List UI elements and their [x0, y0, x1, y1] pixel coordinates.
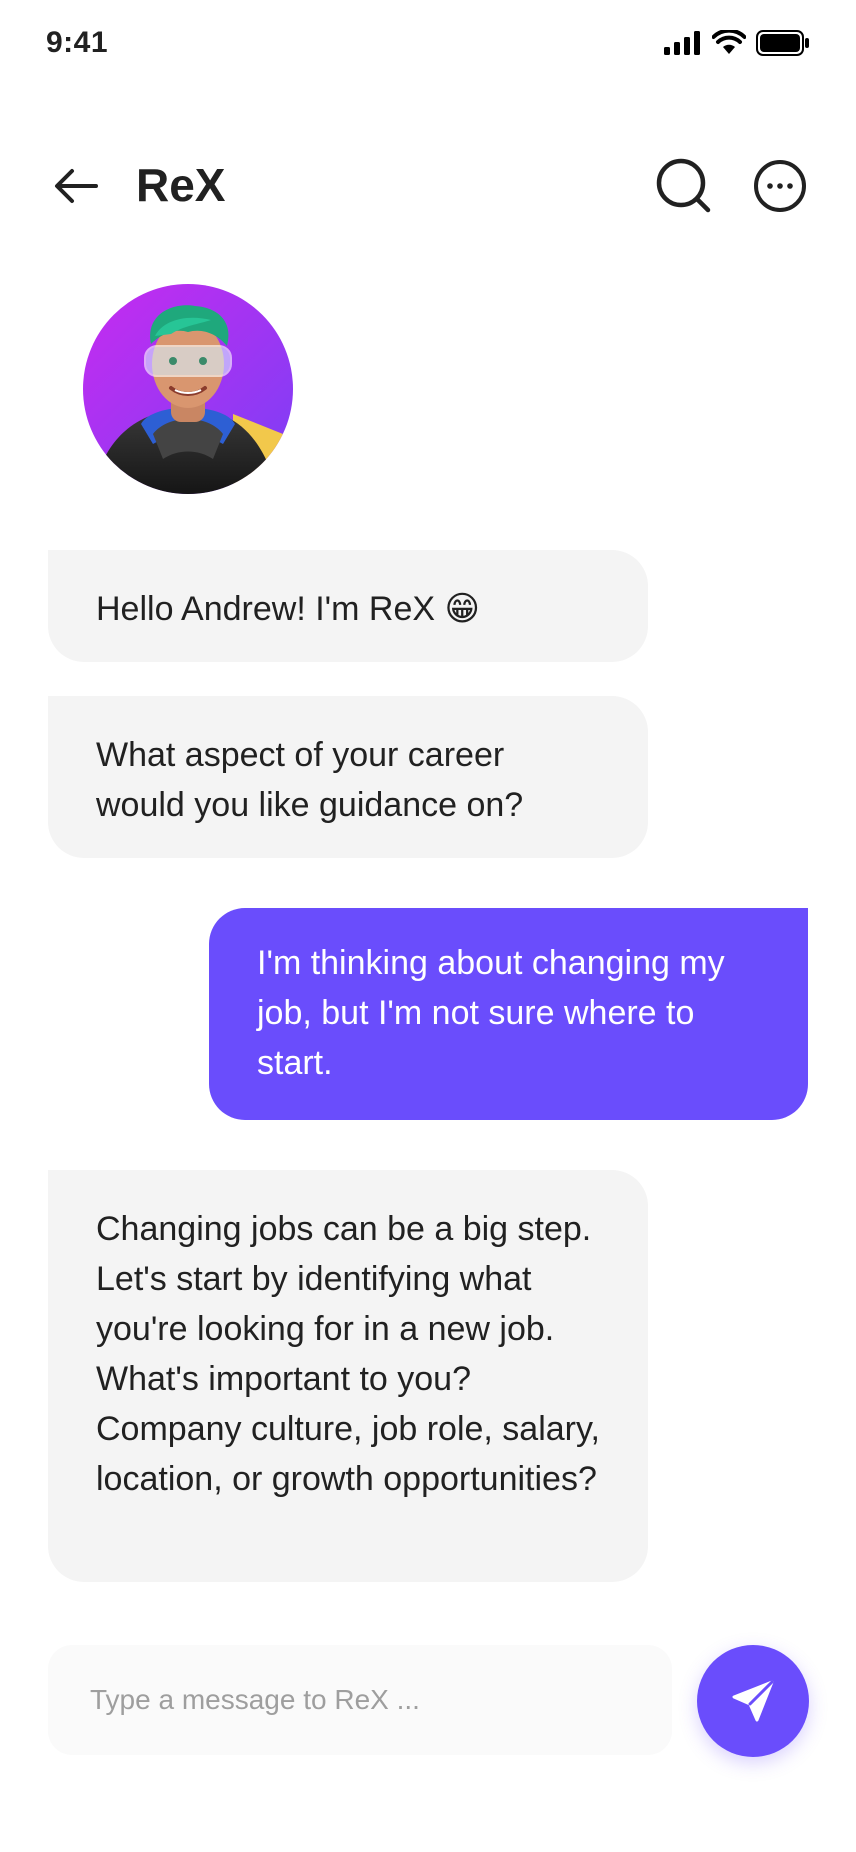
bot-message: Hello Andrew! I'm ReX 😁	[48, 550, 648, 662]
message-text: What aspect of your career would you lik…	[96, 736, 524, 824]
chat-header: ReX	[0, 140, 856, 230]
message-text: Changing jobs can be a big step. Let's s…	[96, 1210, 600, 1498]
more-options-button[interactable]	[750, 156, 810, 216]
chat-title: ReX	[136, 159, 226, 211]
status-time: 9:41	[46, 26, 109, 59]
arrow-left-icon	[55, 169, 98, 203]
bot-message: What aspect of your career would you lik…	[48, 696, 648, 858]
message-input[interactable]	[88, 1683, 632, 1717]
search-button[interactable]	[654, 156, 714, 216]
status-icons	[664, 30, 810, 56]
signal-icon	[664, 31, 700, 55]
battery-icon	[756, 30, 809, 56]
send-icon	[732, 1680, 774, 1722]
message-text: Hello Andrew! I'm ReX 😁	[96, 590, 480, 628]
message-text: I'm thinking about changing my job, but …	[257, 944, 725, 1082]
send-button[interactable]	[697, 1645, 809, 1757]
wifi-icon	[712, 30, 746, 54]
message-composer	[48, 1645, 672, 1755]
bot-avatar	[83, 284, 293, 494]
search-icon	[656, 158, 711, 213]
bot-avatar-image	[83, 284, 293, 494]
user-message: I'm thinking about changing my job, but …	[209, 908, 808, 1120]
back-button[interactable]	[50, 160, 102, 212]
status-bar: 9:41	[0, 0, 856, 90]
more-horizontal-icon	[754, 160, 806, 212]
bot-message: Changing jobs can be a big step. Let's s…	[48, 1170, 648, 1582]
